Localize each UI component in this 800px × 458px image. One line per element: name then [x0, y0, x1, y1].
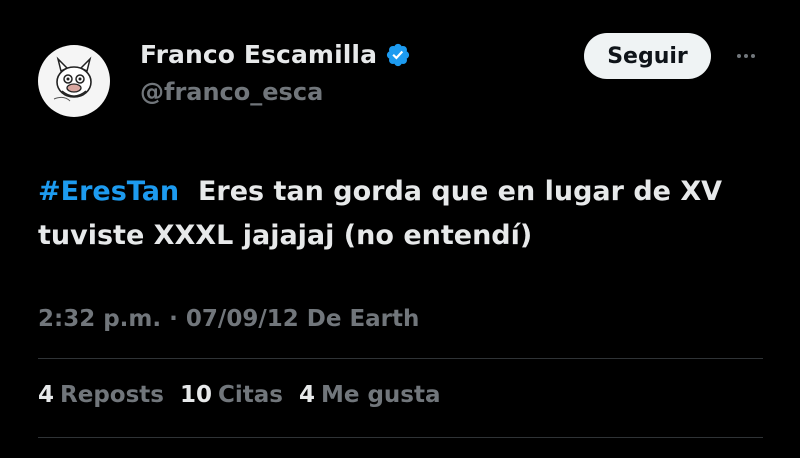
display-name[interactable]: Franco Escamilla — [140, 40, 377, 69]
reposts-count: 4 — [38, 382, 55, 408]
tweet-meta: 2:32 p.m. · 07/09/12 De Earth — [38, 306, 419, 332]
more-horizontal-icon[interactable] — [733, 43, 759, 69]
tweet-card: Franco Escamilla @franco_esca Seguir #Er… — [0, 0, 800, 458]
name-row: Franco Escamilla — [140, 40, 411, 69]
tweet-text: #EresTan Eres tan gorda que en lugar de … — [38, 170, 768, 258]
tweet-time[interactable]: 2:32 p.m. — [38, 306, 161, 332]
cartoon-face-avatar-icon — [53, 56, 92, 102]
stat-likes[interactable]: 4 Me gusta — [299, 382, 441, 408]
verified-badge-icon[interactable] — [385, 42, 411, 68]
meta-separator: · — [169, 306, 178, 332]
user-handle[interactable]: @franco_esca — [140, 78, 323, 106]
tweet-date[interactable]: 07/09/12 — [186, 306, 299, 332]
tweet-text-line1: Eres tan gorda que en lugar de XV — [197, 176, 723, 207]
follow-button[interactable]: Seguir — [584, 33, 711, 79]
reposts-label: Reposts — [60, 382, 164, 408]
stat-quotes[interactable]: 10 Citas — [180, 382, 283, 408]
quotes-count: 10 — [179, 382, 212, 408]
likes-label: Me gusta — [320, 382, 441, 408]
stat-reposts[interactable]: 4 Reposts — [38, 382, 164, 408]
avatar[interactable] — [38, 45, 110, 117]
tweet-text-line2: tuviste XXXL jajajaj (no entendí) — [38, 220, 533, 251]
tweet-source: De Earth — [306, 306, 420, 332]
quotes-label: Citas — [217, 382, 283, 408]
likes-count: 4 — [298, 382, 315, 408]
hashtag-link[interactable]: #EresTan — [38, 176, 179, 207]
divider-bottom — [38, 437, 763, 438]
engagement-stats: 4 Reposts 10 Citas 4 Me gusta — [38, 382, 441, 408]
divider-top — [38, 358, 763, 359]
